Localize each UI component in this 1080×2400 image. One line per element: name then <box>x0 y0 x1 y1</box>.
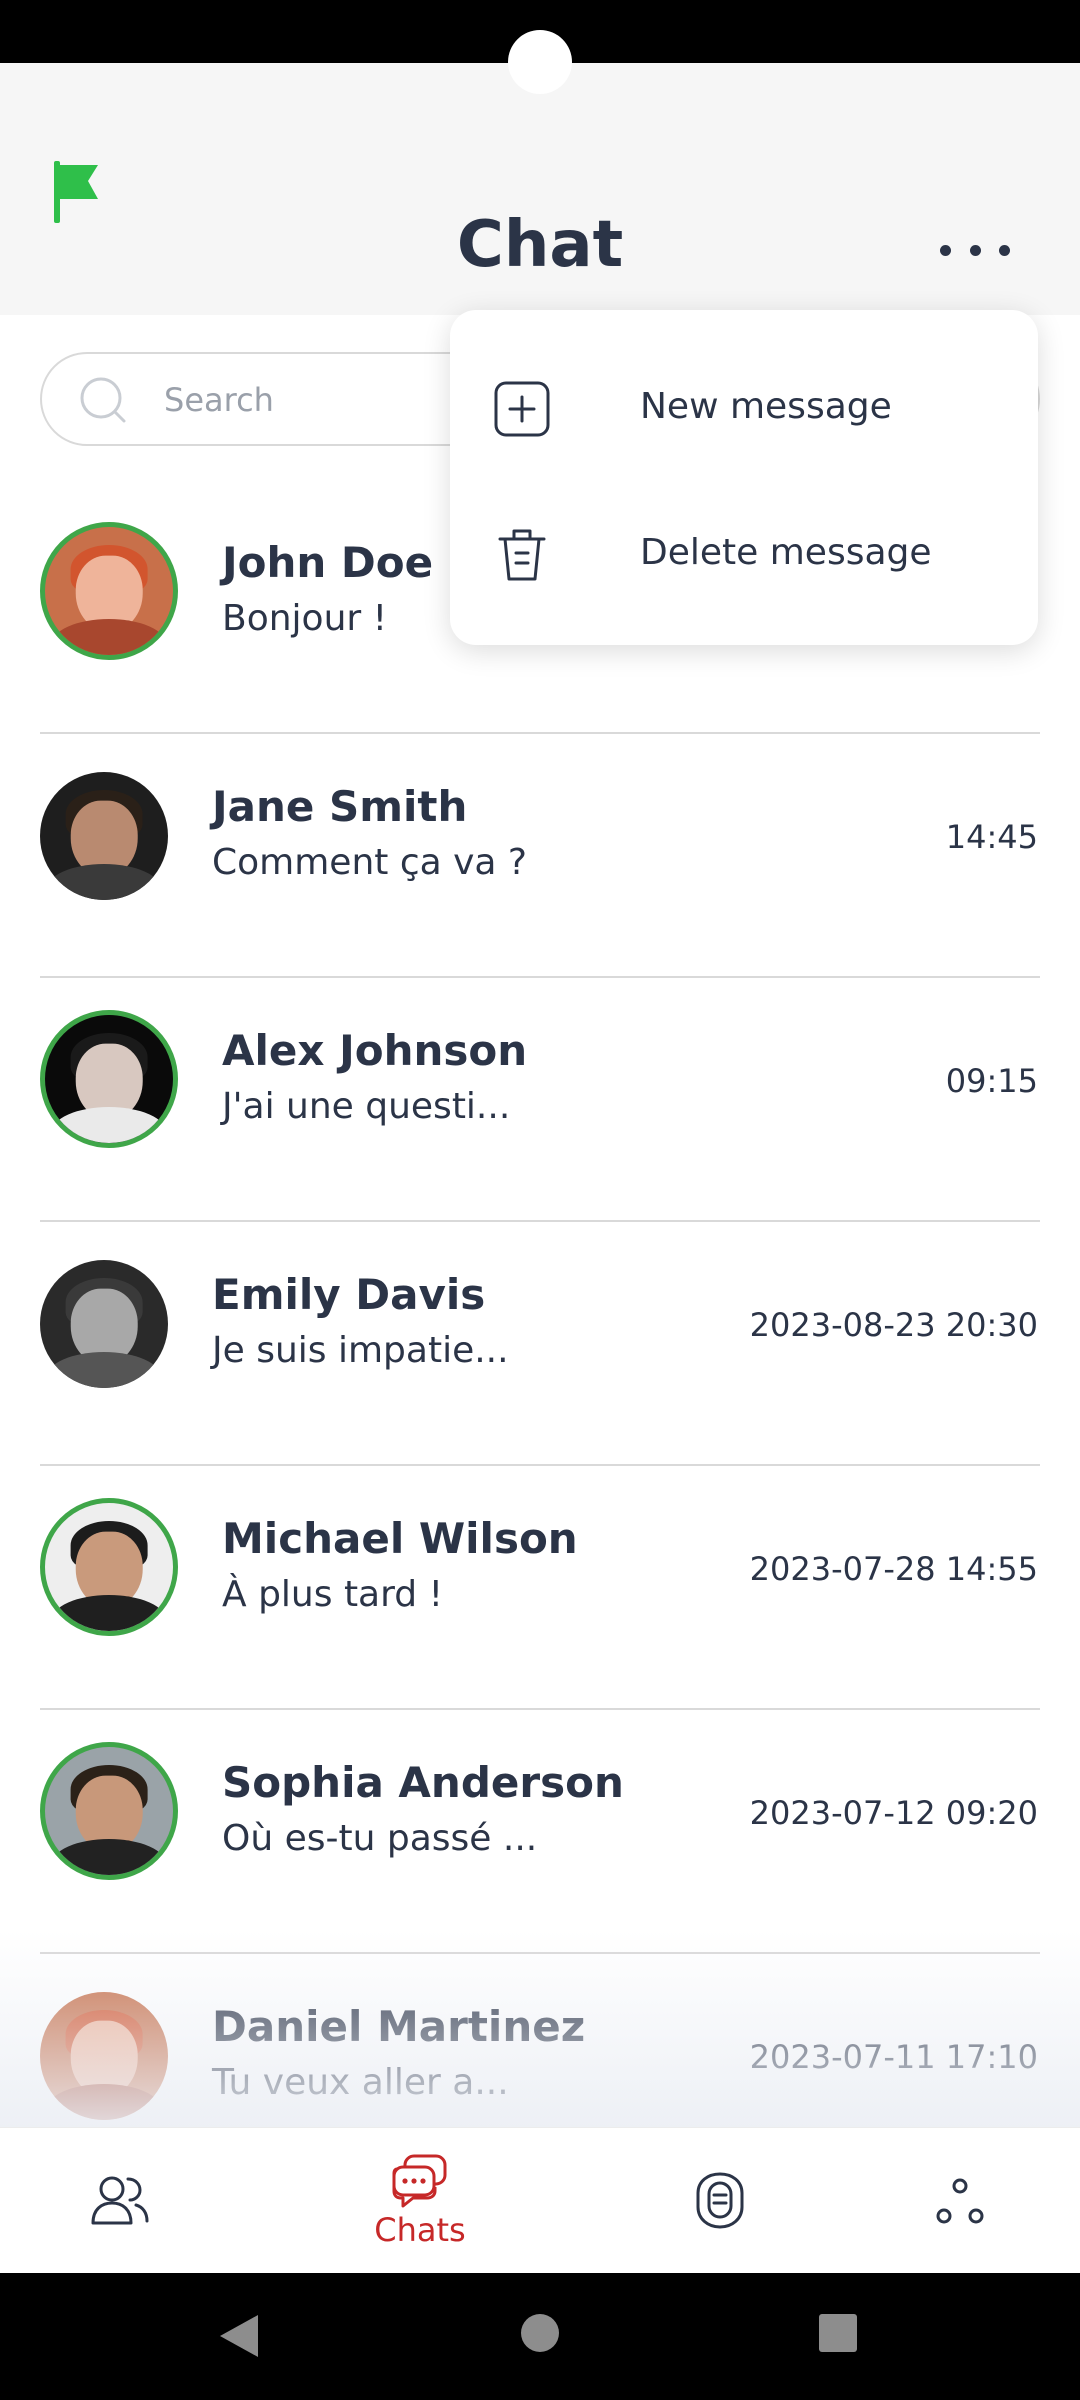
search-icon <box>80 377 126 423</box>
new-message-menu-item[interactable]: New message <box>450 332 1038 478</box>
options-menu: New message Delete message <box>450 310 1038 645</box>
message-time: 2023-08-23 20:30 <box>749 1306 1038 1344</box>
message-preview: À plus tard ! <box>222 1574 444 1615</box>
avatar <box>40 1742 178 1880</box>
menu-label: New message <box>640 386 892 427</box>
delete-message-menu-item[interactable]: Delete message <box>450 478 1038 624</box>
message-time: 09:15 <box>945 1062 1038 1100</box>
message-time: 2023-07-12 09:20 <box>749 1794 1038 1832</box>
nav-contacts[interactable] <box>70 2128 170 2274</box>
recents-icon[interactable] <box>818 2313 858 2353</box>
plus-square-icon <box>494 381 550 437</box>
avatar <box>40 1260 168 1388</box>
chat-item[interactable]: Jane Smith Comment ça va ? 14:45 <box>0 734 1080 978</box>
contact-name: Alex Johnson <box>222 1026 528 1075</box>
search-input[interactable] <box>164 374 464 426</box>
camera-cutout <box>508 30 572 94</box>
message-time: 2023-07-11 17:10 <box>749 2038 1038 2076</box>
contact-name: Emily Davis <box>212 1270 486 1319</box>
contacts-icon <box>91 2176 149 2225</box>
avatar <box>40 1992 168 2120</box>
chat-item[interactable]: Emily Davis Je suis impatie... 2023-08-2… <box>0 1222 1080 1466</box>
microphone-icon <box>696 2172 744 2229</box>
share-nodes-icon <box>936 2178 984 2224</box>
trash-icon <box>498 529 546 581</box>
contact-name: Daniel Martinez <box>212 2002 586 2051</box>
chat-item[interactable]: Michael Wilson À plus tard ! 2023-07-28 … <box>0 1466 1080 1710</box>
avatar <box>40 522 178 660</box>
contact-name: Sophia Anderson <box>222 1758 624 1807</box>
message-preview: J'ai une questi... <box>222 1086 511 1127</box>
bottom-nav: Chats <box>0 2127 1080 2273</box>
more-options-icon[interactable] <box>940 235 1010 265</box>
contact-name: Jane Smith <box>212 782 468 831</box>
system-navigation-bar <box>0 2273 1080 2400</box>
message-preview: Je suis impatie... <box>212 1330 509 1371</box>
message-preview: Tu veux aller a... <box>212 2062 509 2103</box>
nav-voice[interactable] <box>670 2128 770 2274</box>
contact-name: John Doe <box>222 538 434 587</box>
nav-label-chats: Chats <box>374 2211 466 2249</box>
chat-bubbles-icon <box>392 2154 447 2208</box>
avatar <box>40 772 168 900</box>
app-header: Chat <box>0 63 1080 315</box>
contact-name: Michael Wilson <box>222 1514 578 1563</box>
message-time: 2023-07-28 14:55 <box>749 1550 1038 1588</box>
home-icon[interactable] <box>520 2313 560 2353</box>
nav-chats[interactable]: Chats <box>360 2128 480 2274</box>
message-time: 14:45 <box>945 818 1038 856</box>
back-icon[interactable] <box>218 2313 260 2359</box>
message-preview: Où es-tu passé ... <box>222 1818 538 1859</box>
page-title: Chat <box>456 208 624 282</box>
chat-item[interactable]: Sophia Anderson Où es-tu passé ... 2023-… <box>0 1710 1080 1954</box>
message-preview: Comment ça va ? <box>212 842 528 883</box>
menu-label: Delete message <box>640 532 932 573</box>
message-preview: Bonjour ! <box>222 598 388 639</box>
avatar <box>40 1498 178 1636</box>
avatar <box>40 1010 178 1148</box>
nav-share[interactable] <box>910 2128 1010 2274</box>
chat-item[interactable]: Alex Johnson J'ai une questi... 09:15 <box>0 978 1080 1222</box>
